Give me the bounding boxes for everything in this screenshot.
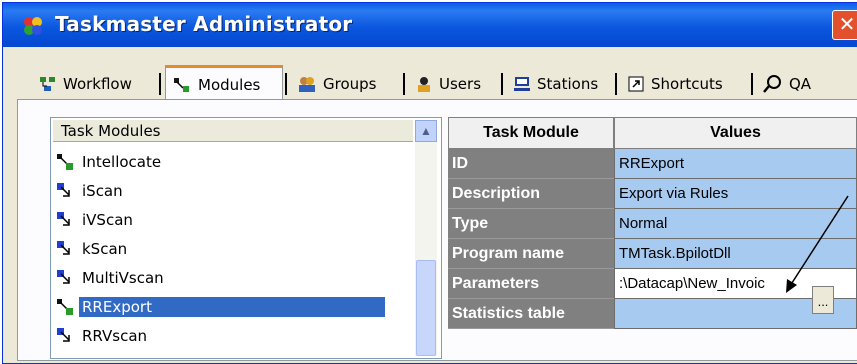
tab-divider — [403, 73, 405, 95]
list-item[interactable]: RRVscan — [55, 322, 413, 350]
tab-modules[interactable]: Modules — [165, 65, 283, 101]
computer-icon — [514, 77, 530, 91]
module-label: iScan — [82, 182, 123, 200]
grid-header-value[interactable]: Values — [614, 117, 857, 149]
module-blue-icon — [57, 270, 70, 284]
tab-stations[interactable]: Stations — [507, 69, 613, 99]
module-blue-icon — [57, 328, 70, 342]
module-label: kScan — [82, 240, 128, 258]
grid-key-description: Description — [448, 179, 614, 209]
list-item-selected[interactable]: RRExport — [55, 293, 413, 321]
tab-label: QA — [789, 75, 812, 93]
list-item[interactable]: MultiVscan — [55, 264, 413, 292]
module-blue-icon — [57, 241, 70, 255]
shortcut-icon — [628, 76, 644, 92]
grid-value-type[interactable]: Normal — [614, 209, 857, 239]
grid-value-id[interactable]: RRExport — [614, 149, 857, 179]
close-icon: ✕ — [838, 12, 856, 36]
scroll-thumb[interactable] — [416, 260, 436, 356]
tab-qa[interactable]: QA — [757, 69, 827, 99]
groups-icon — [299, 77, 315, 92]
list-item[interactable]: kScan — [55, 235, 413, 263]
module-label: iVScan — [82, 211, 133, 229]
module-green-icon — [57, 299, 73, 315]
grid-key-id: ID — [448, 149, 614, 179]
list-item[interactable]: iScan — [55, 177, 413, 205]
app-logo-icon — [24, 17, 42, 35]
tab-label: Groups — [323, 75, 377, 93]
tab-label: Modules — [198, 75, 261, 94]
modules-icon — [174, 77, 189, 92]
grid-value-description[interactable]: Export via Rules — [614, 179, 857, 209]
module-green-icon — [57, 154, 73, 170]
grid-key-type: Type — [448, 209, 614, 239]
title-bar[interactable]: Taskmaster Administrator ✕ — [3, 3, 857, 47]
tab-divider — [615, 73, 617, 95]
user-icon — [418, 77, 430, 92]
grid-key-parameters: Parameters — [448, 269, 614, 299]
window-title: Taskmaster Administrator — [55, 12, 353, 36]
grid-value-program-name[interactable]: TMTask.BpilotDll — [614, 239, 857, 269]
chevron-up-icon: ▲ — [420, 124, 432, 138]
list-header[interactable]: Task Modules — [53, 120, 413, 142]
tab-divider — [159, 73, 161, 95]
magnifier-icon — [763, 75, 781, 93]
list-item[interactable]: Intellocate — [55, 148, 413, 176]
tab-divider — [285, 73, 287, 95]
tab-divider — [751, 73, 753, 95]
workflow-icon — [40, 77, 55, 91]
module-label: RRExport — [79, 297, 385, 317]
module-label: RRVscan — [82, 327, 148, 345]
task-modules-list[interactable]: Task Modules ▲ Intellocate iScan iVScan — [50, 117, 442, 359]
tab-label: Shortcuts — [651, 75, 723, 93]
list-scrollbar[interactable]: ▲ — [415, 120, 437, 356]
grid-key-program-name: Program name — [448, 239, 614, 269]
scroll-up-button[interactable]: ▲ — [415, 120, 437, 142]
properties-grid: Task Module Values ID RRExport Descripti… — [448, 117, 857, 357]
grid-key-statistics-table: Statistics table — [448, 299, 614, 329]
close-button[interactable]: ✕ — [832, 10, 857, 40]
grid-header-key[interactable]: Task Module — [448, 117, 614, 149]
tab-label: Workflow — [63, 75, 132, 93]
tab-label: Stations — [537, 75, 599, 93]
tab-shortcuts[interactable]: Shortcuts — [621, 69, 749, 99]
module-label: MultiVscan — [82, 269, 164, 287]
browse-ellipsis-button[interactable]: ... — [812, 286, 834, 314]
tab-divider — [501, 73, 503, 95]
module-label: Intellocate — [82, 153, 162, 171]
tab-groups[interactable]: Groups — [291, 69, 401, 99]
tab-users[interactable]: Users — [409, 69, 499, 99]
module-blue-icon — [57, 183, 70, 197]
tab-label: Users — [439, 75, 482, 93]
list-item[interactable]: iVScan — [55, 206, 413, 234]
tab-workflow[interactable]: Workflow — [33, 69, 157, 99]
module-blue-icon — [57, 212, 70, 226]
